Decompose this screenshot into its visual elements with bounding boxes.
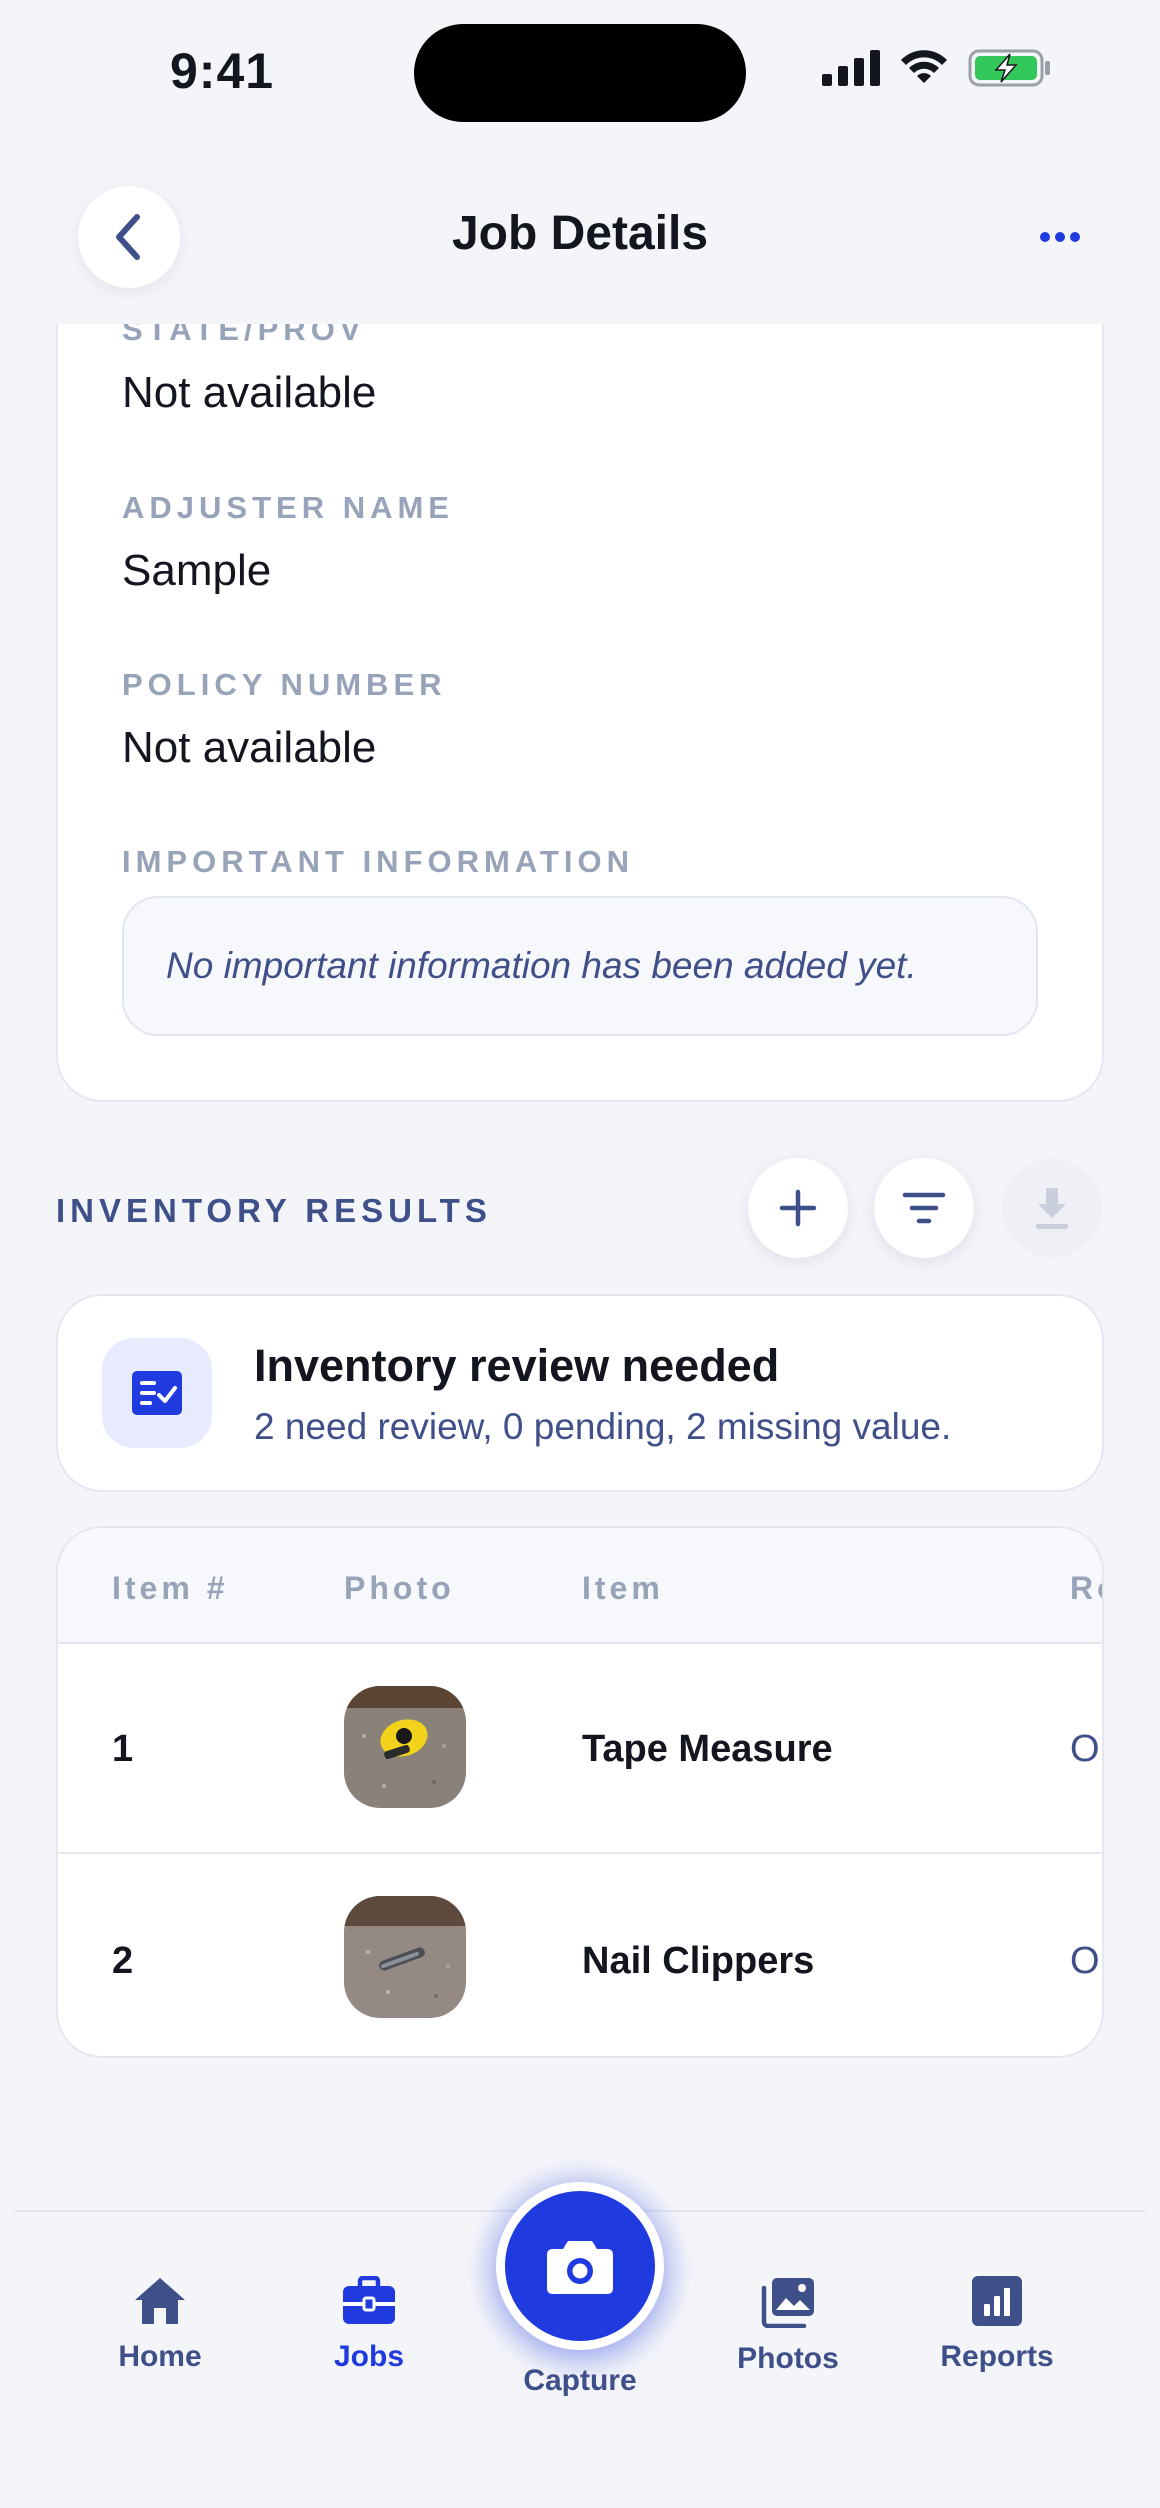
inventory-results-title: INVENTORY RESULTS [56,1192,492,1229]
inventory-table: Item # Photo Item Ro 1 Tape Measure O [56,1526,1104,2058]
important-info-box[interactable]: No important information has been added … [122,896,1038,1036]
column-header-item-number[interactable]: Item # [112,1570,228,1607]
page-title: Job Details [451,207,709,260]
state-prov-value: Not available [122,368,377,417]
important-info-label: IMPORTANT INFORMATION [122,844,634,879]
tab-photos-label: Photos [737,2342,839,2375]
photos-icon [761,2278,814,2328]
capture-button[interactable] [496,2182,664,2350]
review-title: Inventory review needed [254,1340,780,1391]
policy-number-label: POLICY NUMBER [122,667,447,702]
tab-capture-label[interactable]: Capture [480,2364,680,2398]
tab-home-label: Home [118,2340,202,2373]
bar-chart-icon [972,2276,1022,2326]
ellipsis-icon [1040,232,1080,242]
table-row[interactable]: 1 Tape Measure O [58,1644,1102,1852]
item-truncated-value: O [1070,1940,1100,1982]
filter-button[interactable] [874,1158,974,1258]
cellular-signal-icon [822,50,880,86]
item-number: 1 [112,1728,134,1770]
review-icon-container [102,1338,212,1448]
filter-icon [902,1192,946,1224]
dynamic-island [414,24,746,122]
add-item-button[interactable] [748,1158,848,1258]
adjuster-name-label: ADJUSTER NAME [122,490,454,525]
tab-photos[interactable]: Photos [688,2276,888,2376]
adjuster-name-value: Sample [122,546,272,595]
item-name: Nail Clippers [582,1940,815,1982]
more-options-button[interactable] [1030,212,1090,262]
table-row[interactable]: 2 Nail Clippers O [58,1852,1102,2056]
tape-measure-photo [344,1686,466,1808]
nail-clippers-photo [344,1896,466,2018]
home-icon [135,2278,185,2324]
status-time: 9:41 [170,43,275,99]
column-header-item[interactable]: Item [582,1570,664,1607]
plus-icon [779,1189,817,1227]
checklist-icon [132,1371,182,1415]
policy-number-value: Not available [122,723,377,772]
wifi-icon [901,50,947,83]
tab-reports[interactable]: Reports [897,2276,1097,2374]
column-header-truncated[interactable]: Ro [1070,1570,1102,1607]
item-number: 2 [112,1940,134,1982]
job-details-screen: 9:41 STATE/PROV Not available ADJUSTER N… [0,0,1160,2508]
briefcase-icon [343,2276,395,2324]
download-icon [1036,1188,1068,1229]
table-header-row: Item # Photo Item Ro [58,1528,1102,1644]
download-button[interactable] [1002,1158,1102,1258]
review-subtitle: 2 need review, 0 pending, 2 missing valu… [254,1406,952,1447]
column-header-photo[interactable]: Photo [344,1570,455,1607]
item-name: Tape Measure [582,1728,833,1770]
tab-jobs[interactable]: Jobs [269,2276,469,2374]
item-truncated-value: O [1070,1728,1100,1770]
tab-home[interactable]: Home [60,2276,260,2374]
inventory-review-card[interactable]: Inventory review needed 2 need review, 0… [56,1294,1104,1492]
battery-charging-icon [968,49,1050,87]
camera-icon [547,2241,613,2294]
item-photo-nail-clippers[interactable] [344,1896,466,2018]
status-icons [822,48,1052,88]
tab-reports-label: Reports [940,2340,1054,2373]
item-photo-tape-measure[interactable] [344,1686,466,1808]
tab-jobs-label: Jobs [333,2340,405,2373]
